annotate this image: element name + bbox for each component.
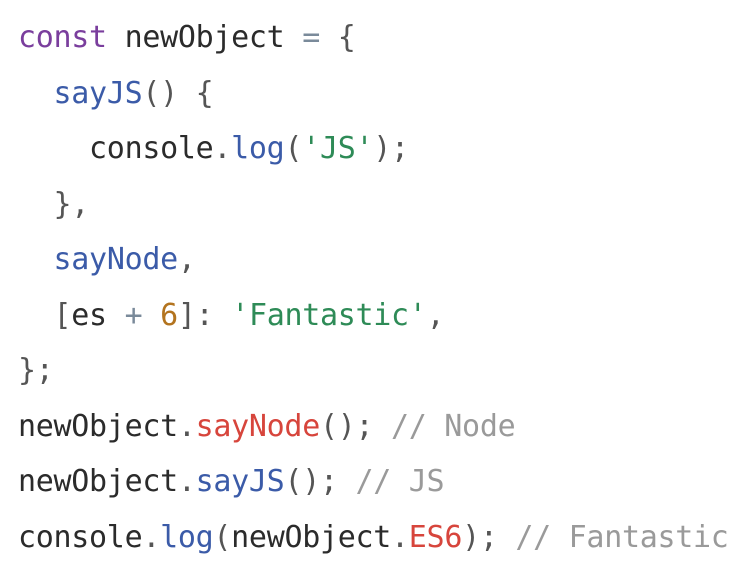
code-line: const newObject = { <box>18 10 729 66</box>
code-token-punct: , <box>177 242 196 277</box>
code-token-punct: . <box>391 519 409 555</box>
code-token-plain: console <box>18 519 143 555</box>
code-token-punct: ); <box>373 131 409 166</box>
code-token-punct: }, <box>53 186 90 222</box>
code-token-method: sayJS <box>195 464 285 499</box>
code-line: sayNode, <box>18 232 729 288</box>
code-line: console.log(newObject.ES6); // Fantastic <box>18 510 729 566</box>
code-token-punct: ( <box>284 131 303 166</box>
code-token-prop: sayNode <box>53 242 179 277</box>
code-line: }; <box>18 343 729 399</box>
code-token-punct: ( <box>213 519 232 555</box>
code-token-string: 'JS' <box>302 131 374 166</box>
code-token-punct: . <box>213 131 232 166</box>
code-token-punct: () { <box>142 75 214 111</box>
code-token-punct: . <box>177 464 196 499</box>
code-token-plain: es <box>71 297 125 333</box>
code-token-plain: newObject <box>231 519 392 555</box>
code-line: sayJS() { <box>18 66 729 122</box>
code-token-punct: { <box>337 20 356 55</box>
code-token-comment: // Node <box>391 408 516 444</box>
code-token-punct: [ <box>53 297 72 333</box>
code-token-punct: ); <box>462 519 516 555</box>
code-token-comment: // JS <box>355 464 445 499</box>
code-token-punct: ]: <box>177 297 232 333</box>
code-token-call: sayNode <box>195 408 321 444</box>
code-block: const newObject = { sayJS() { console.lo… <box>18 10 729 565</box>
code-token-string: 'Fantastic' <box>231 297 427 333</box>
code-line: }, <box>18 177 729 233</box>
code-line: newObject.sayJS(); // JS <box>18 454 729 510</box>
code-token-punct: (); <box>319 408 392 444</box>
code-token-plain: newObject <box>18 464 178 499</box>
code-token-method: sayJS <box>53 75 143 111</box>
code-token-keyword: const <box>18 20 107 55</box>
code-line: [es + 6]: 'Fantastic', <box>18 288 729 344</box>
code-token-punct: (); <box>284 464 356 499</box>
code-token-plain: console <box>18 131 214 166</box>
code-token-op: + <box>124 297 143 333</box>
code-token-plain: newObject <box>106 20 303 55</box>
code-token-call: ES6 <box>408 519 463 555</box>
code-token-op: = <box>302 20 320 55</box>
code-line: newObject.sayNode(); // Node <box>18 399 729 455</box>
code-token-punct: . <box>177 408 196 444</box>
code-token-punct: . <box>142 519 161 555</box>
code-token-method: log <box>160 519 214 555</box>
code-token-method: log <box>231 131 285 166</box>
code-token-punct: }; <box>18 353 54 388</box>
code-token-comment: // Fantastic <box>515 519 729 555</box>
code-token-punct: , <box>426 297 445 333</box>
code-line: console.log('JS'); <box>18 121 729 177</box>
code-token-plain: newObject <box>18 408 178 444</box>
code-token-number: 6 <box>160 297 178 333</box>
